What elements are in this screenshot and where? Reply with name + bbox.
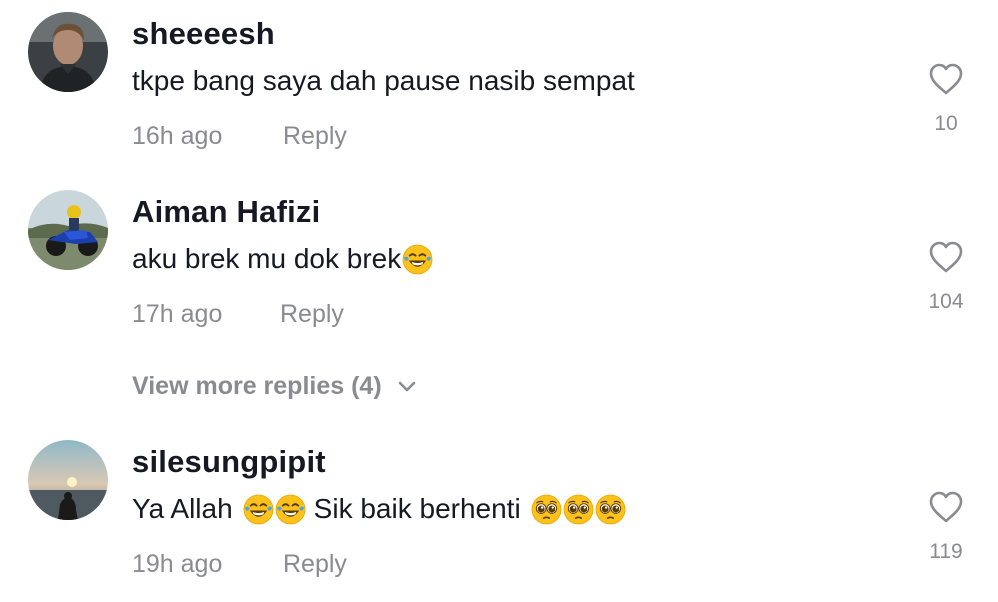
comment-text: tkpe bang saya dah pause nasib sempat	[132, 65, 635, 97]
joy-emoji-icon	[402, 244, 433, 275]
comment-text-part1: Ya Allah	[132, 493, 233, 524]
comment-meta: 19h ago Reply	[132, 550, 347, 579]
like-control: 119	[910, 490, 982, 564]
joy-emoji-icon	[275, 494, 306, 525]
comment-username[interactable]: silesungpipit	[132, 444, 326, 480]
view-more-replies-label: View more replies (4)	[132, 372, 382, 400]
like-count: 104	[928, 290, 964, 313]
comment-text: Ya Allah Sik baik berhenti	[132, 493, 626, 525]
comment-meta: 16h ago Reply	[132, 122, 347, 151]
joy-emoji-icon	[243, 494, 274, 525]
avatar[interactable]	[28, 190, 108, 270]
comment-text-body: tkpe bang saya dah pause nasib sempat	[132, 65, 635, 96]
comment-text-part2: Sik baik berhenti	[313, 493, 521, 524]
comment-timestamp: 16h ago	[132, 122, 223, 150]
comment-text-body: aku brek mu dok brek	[132, 243, 402, 274]
like-control: 10	[910, 62, 982, 136]
avatar[interactable]	[28, 12, 108, 92]
comment-list: sheeeesh tkpe bang saya dah pause nasib …	[0, 0, 998, 602]
like-count: 119	[929, 540, 963, 563]
avatar[interactable]	[28, 440, 108, 520]
heart-icon[interactable]	[928, 62, 964, 96]
reply-button[interactable]: Reply	[283, 122, 347, 151]
comment-username[interactable]: sheeeesh	[132, 16, 275, 52]
reply-button[interactable]: Reply	[280, 300, 344, 329]
like-count: 10	[934, 112, 958, 135]
like-control: 104	[910, 240, 982, 314]
chevron-down-icon	[398, 381, 415, 391]
heart-icon[interactable]	[928, 240, 964, 274]
comment-timestamp: 17h ago	[132, 300, 223, 328]
reply-button[interactable]: Reply	[283, 550, 347, 579]
heart-icon[interactable]	[928, 490, 964, 524]
view-more-replies-button[interactable]: View more replies (4)	[132, 372, 416, 401]
comment-meta: 17h ago Reply	[132, 300, 344, 329]
pleading-emoji-icon	[563, 494, 594, 525]
pleading-emoji-icon	[595, 494, 626, 525]
comment-timestamp: 19h ago	[132, 550, 223, 578]
comment-text: aku brek mu dok brek	[132, 243, 433, 275]
pleading-emoji-icon	[531, 494, 562, 525]
comment-username[interactable]: Aiman Hafizi	[132, 194, 320, 230]
